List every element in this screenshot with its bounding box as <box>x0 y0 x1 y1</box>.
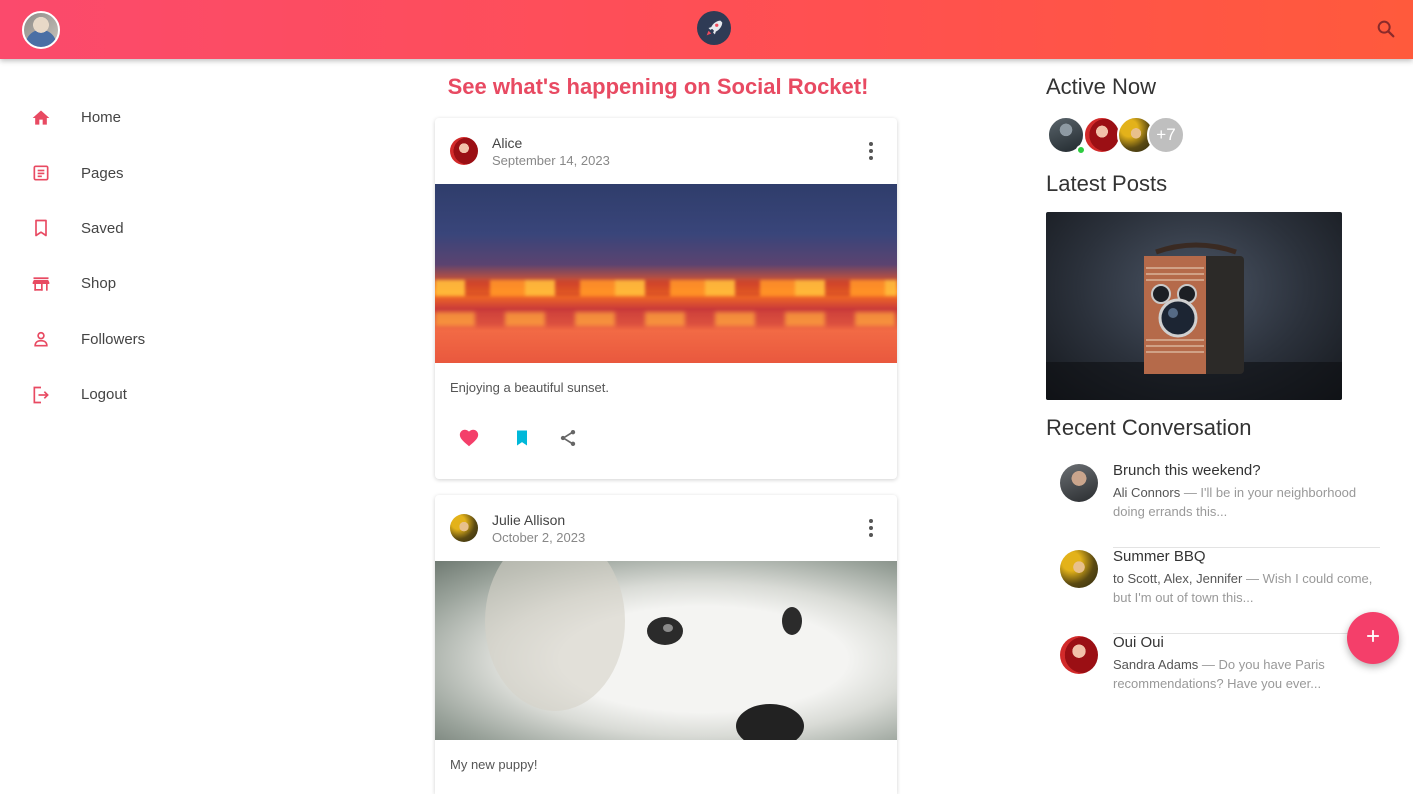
share-icon[interactable] <box>556 426 580 450</box>
add-post-button[interactable] <box>1347 612 1399 664</box>
bookmark-icon[interactable] <box>510 426 534 450</box>
sidebar-item-label: Shop <box>81 275 117 293</box>
active-now-avatars: +7 <box>1047 116 1187 156</box>
sidebar-item-label: Pages <box>81 164 124 182</box>
post-date: September 14, 2023 <box>492 153 610 168</box>
post-author[interactable]: Alice <box>492 135 522 151</box>
conversation-title: Brunch this weekend? <box>1113 462 1261 479</box>
conversation-preview: to Scott, Alex, Jennifer — Wish I could … <box>1113 569 1373 607</box>
avatar <box>1060 636 1098 674</box>
sidebar-item-label: Followers <box>81 330 146 348</box>
more-vert-icon[interactable] <box>863 517 879 539</box>
active-now-heading: Active Now <box>1046 74 1157 99</box>
conversation-preview: Sandra Adams — Do you have Paris recomme… <box>1113 655 1373 693</box>
post-text: Enjoying a beautiful sunset. <box>450 380 609 395</box>
online-status-dot <box>1076 145 1086 155</box>
sidebar-item-label: Logout <box>81 386 127 404</box>
post-card: Alice September 14, 2023 Enjoying a beau… <box>435 118 897 479</box>
post-card: Julie Allison October 2, 2023 My new pup… <box>435 495 897 794</box>
sidebar-item-saved[interactable]: Saved <box>0 201 260 256</box>
conversation-sender: Ali Connors <box>1113 485 1181 500</box>
conversation-preview: Ali Connors — I'll be in your neighborho… <box>1113 483 1373 521</box>
conversation-sender: to Scott, Alex, Jennifer <box>1113 571 1243 586</box>
recent-conversation-heading: Recent Conversation <box>1046 415 1252 440</box>
sidebar-item-logout[interactable]: Logout <box>0 367 260 422</box>
sidebar-item-home[interactable]: Home <box>0 90 260 145</box>
post-actions <box>435 413 897 479</box>
rocket-logo-icon[interactable] <box>697 11 731 45</box>
sidebar-item-followers[interactable]: Followers <box>0 312 260 367</box>
person-icon <box>30 328 52 350</box>
sidebar-item-label: Saved <box>81 219 124 237</box>
conversation-title: Oui Oui <box>1113 634 1164 651</box>
article-icon <box>30 162 52 184</box>
conversation-item[interactable]: Oui Oui Sandra Adams — Do you have Paris… <box>1060 634 1380 720</box>
latest-posts-heading: Latest Posts <box>1046 171 1168 196</box>
post-date: October 2, 2023 <box>492 530 586 545</box>
puppy-photo[interactable] <box>435 561 897 740</box>
search-icon[interactable] <box>1375 18 1397 40</box>
post-author[interactable]: Julie Allison <box>492 512 565 528</box>
avatar <box>1060 550 1098 588</box>
feed-title: See what's happening on Social Rocket! <box>447 74 869 99</box>
sunset-photo[interactable] <box>435 184 897 363</box>
post-header: Alice September 14, 2023 <box>435 118 897 184</box>
avatar[interactable] <box>450 514 478 542</box>
logout-icon <box>30 384 52 406</box>
more-vert-icon[interactable] <box>863 140 879 162</box>
conversation-title: Summer BBQ <box>1113 548 1206 565</box>
post-text: My new puppy! <box>450 757 538 772</box>
sidebar-item-pages[interactable]: Pages <box>0 145 260 200</box>
avatar <box>1060 464 1098 502</box>
camera-photo[interactable] <box>1046 212 1342 400</box>
avatar[interactable] <box>1083 116 1121 154</box>
conversation-sender: Sandra Adams <box>1113 657 1199 672</box>
sidebar-nav: Home Pages Saved Shop Followers Logout <box>0 90 260 422</box>
store-icon <box>30 273 52 295</box>
user-avatar[interactable] <box>22 11 60 49</box>
sidebar-item-shop[interactable]: Shop <box>0 256 260 311</box>
sidebar-item-label: Home <box>81 109 122 127</box>
avatar[interactable] <box>450 137 478 165</box>
post-header: Julie Allison October 2, 2023 <box>435 495 897 561</box>
conversation-item[interactable]: Summer BBQ to Scott, Alex, Jennifer — Wi… <box>1060 548 1380 634</box>
app-bar <box>0 0 1413 59</box>
bookmark-icon <box>30 217 52 239</box>
home-icon <box>30 107 52 129</box>
more-active-count[interactable]: +7 <box>1147 116 1185 154</box>
heart-icon[interactable] <box>457 426 481 450</box>
plus-icon <box>1363 626 1383 651</box>
conversation-item[interactable]: Brunch this weekend? Ali Connors — I'll … <box>1060 462 1380 548</box>
